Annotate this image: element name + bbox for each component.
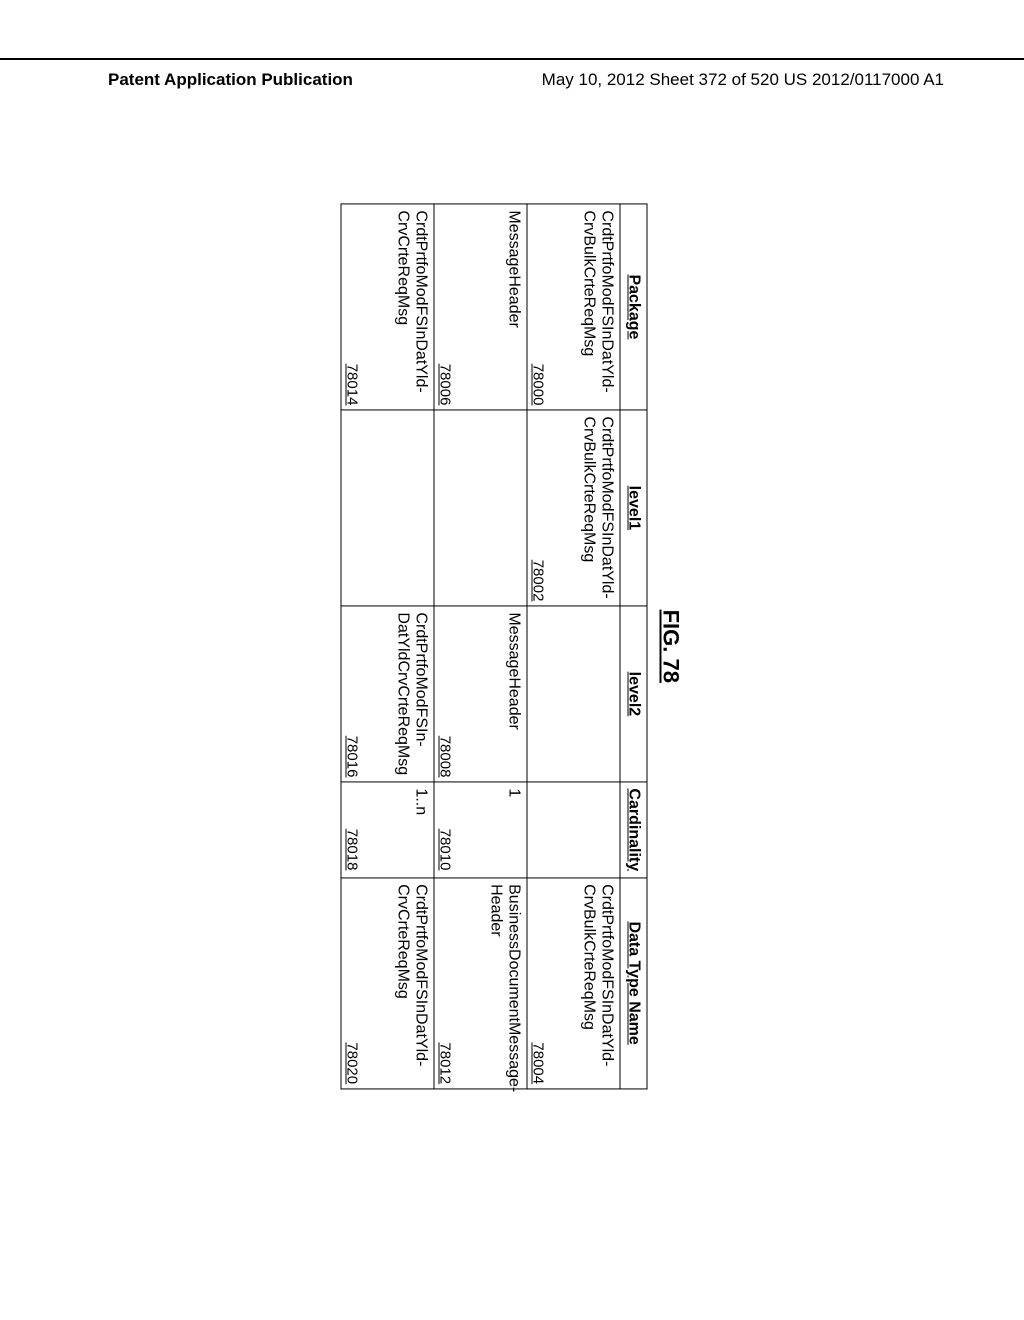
cell-text: CrdtPrtfoModFSInDatYld-CrvBulkCrteReqMsg bbox=[581, 884, 616, 1066]
cell-text: 1..n bbox=[413, 788, 430, 815]
cell-text: CrdtPrtfoModFSInDatYld-CrvCrteReqMsg bbox=[395, 884, 430, 1066]
cell-ref: 78002 bbox=[530, 560, 547, 602]
cell-package: MessageHeader 78006 bbox=[435, 204, 527, 409]
cell-level2: CrdtPrtfoModFSIn-DatYldCrvCrteReqMsg 780… bbox=[342, 606, 434, 781]
col-header-level2: level2 bbox=[620, 606, 647, 782]
cell-text: 1 bbox=[506, 788, 523, 797]
col-header-level1: level1 bbox=[620, 410, 647, 606]
col-header-datatype: Data Type Name bbox=[620, 878, 647, 1089]
table-row: CrdtPrtfoModFSInDatYld-CrvCrteReqMsg 780… bbox=[341, 204, 434, 1089]
cell-text: MessageHeader bbox=[506, 612, 523, 729]
page-header: Patent Application Publication May 10, 2… bbox=[0, 58, 1024, 90]
cell-text: CrdtPrtfoModFSInDatYld-CrvBulkCrteReqMsg bbox=[581, 416, 616, 598]
header-row: Patent Application Publication May 10, 2… bbox=[0, 70, 1024, 90]
cell-ref: 78006 bbox=[437, 364, 454, 406]
cell-text: BusinessDocumentMessage-Header bbox=[488, 884, 523, 1092]
cell-text: CrdtPrtfoModFSInDatYld-CrvBulkCrteReqMsg bbox=[581, 210, 616, 392]
cell-ref: 78008 bbox=[437, 736, 454, 778]
cell-text: MessageHeader bbox=[506, 210, 523, 327]
figure-title: FIG. 78 bbox=[658, 203, 684, 1089]
cell-text: CrdtPrtfoModFSInDatYld-CrvCrteReqMsg bbox=[395, 210, 430, 392]
cell-level2 bbox=[528, 606, 620, 781]
cell-level1 bbox=[435, 410, 527, 605]
cell-ref: 78004 bbox=[530, 1042, 547, 1084]
cell-datatype: CrdtPrtfoModFSInDatYld-CrvBulkCrteReqMsg… bbox=[528, 878, 620, 1088]
cell-ref: 78010 bbox=[437, 829, 454, 871]
cell-ref: 78018 bbox=[344, 829, 361, 871]
table-row: CrdtPrtfoModFSInDatYld-CrvBulkCrteReqMsg… bbox=[527, 204, 620, 1089]
cell-level2: MessageHeader 78008 bbox=[435, 606, 527, 781]
cell-text: CrdtPrtfoModFSIn-DatYldCrvCrteReqMsg bbox=[395, 612, 430, 775]
cell-ref: 78000 bbox=[530, 364, 547, 406]
col-header-package: Package bbox=[620, 204, 647, 410]
cell-level1: CrdtPrtfoModFSInDatYld-CrvBulkCrteReqMsg… bbox=[528, 410, 620, 605]
cell-cardinality: 1..n 78018 bbox=[342, 782, 434, 874]
cell-ref: 78014 bbox=[344, 364, 361, 406]
col-header-cardinality: Cardinality bbox=[620, 782, 647, 878]
table-row: MessageHeader 78006 MessageHeader 78008 … bbox=[434, 204, 527, 1089]
cell-ref: 78012 bbox=[437, 1042, 454, 1084]
cell-level1 bbox=[342, 410, 434, 605]
figure-78: FIG. 78 Package level1 level2 Cardinalit… bbox=[341, 203, 684, 1089]
cell-cardinality: 1 78010 bbox=[435, 782, 527, 874]
table-header-row: Package level1 level2 Cardinality Data T… bbox=[620, 204, 647, 1089]
cell-ref: 78016 bbox=[344, 736, 361, 778]
header-right-text: May 10, 2012 Sheet 372 of 520 US 2012/01… bbox=[542, 70, 944, 90]
cell-package: CrdtPrtfoModFSInDatYld-CrvBulkCrteReqMsg… bbox=[528, 204, 620, 409]
cell-datatype: BusinessDocumentMessage-Header 78012 bbox=[435, 878, 527, 1088]
cell-datatype: CrdtPrtfoModFSInDatYld-CrvCrteReqMsg 780… bbox=[342, 878, 434, 1088]
cell-ref: 78020 bbox=[344, 1042, 361, 1084]
figure-table: Package level1 level2 Cardinality Data T… bbox=[341, 203, 648, 1089]
header-left-text: Patent Application Publication bbox=[108, 70, 353, 90]
cell-package: CrdtPrtfoModFSInDatYld-CrvCrteReqMsg 780… bbox=[342, 204, 434, 409]
cell-cardinality bbox=[528, 782, 620, 874]
